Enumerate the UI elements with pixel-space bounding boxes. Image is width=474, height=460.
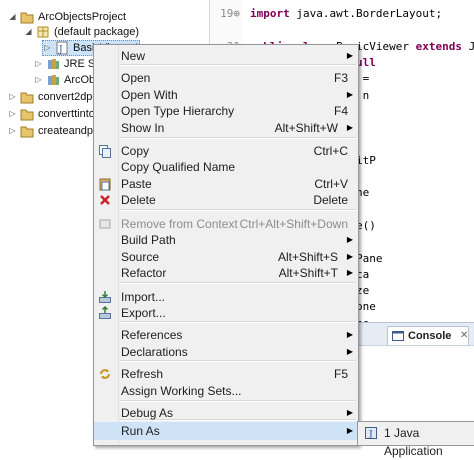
- menu-item-export[interactable]: Export...: [94, 304, 358, 322]
- collapse-arrow-icon[interactable]: ◢: [24, 27, 33, 36]
- expand-arrow-icon[interactable]: ▷: [8, 109, 17, 118]
- submenu-arrow-icon: ▶: [346, 268, 353, 277]
- menu-item-label: Build Path: [121, 233, 176, 247]
- line-number: 19⊕: [220, 7, 240, 20]
- menu-item-copy-qualified-name[interactable]: Copy Qualified Name: [94, 158, 358, 176]
- menu-item-label: Export...: [121, 306, 166, 320]
- java-app-icon: J: [365, 427, 377, 440]
- menu-item-shortcut: Alt+Shift+T: [278, 266, 338, 280]
- close-icon[interactable]: ✕: [460, 327, 468, 345]
- tree-item-label: ArcObjectsProject: [38, 11, 127, 23]
- menu-item-label: References: [121, 328, 183, 342]
- submenu-arrow-icon: ▶: [346, 408, 353, 417]
- tree-item-label: (default package): [54, 26, 139, 38]
- project-icon: [20, 92, 34, 104]
- submenu-arrow-icon: ▶: [346, 51, 353, 60]
- svg-text:J: J: [58, 45, 63, 55]
- menu-item-label: Declarations: [121, 345, 188, 359]
- export-icon: [99, 306, 111, 319]
- svg-text:J: J: [368, 430, 373, 440]
- menu-separator: [119, 400, 356, 402]
- menu-item-label: Open Type Hierarchy: [121, 104, 235, 118]
- java-file-icon: J: [56, 41, 68, 55]
- console-icon: [392, 331, 404, 341]
- menu-item-label: Refresh: [121, 367, 164, 381]
- menu-item-label: Debug As: [121, 406, 174, 420]
- menu-item-build-path[interactable]: Build Path ▶: [94, 231, 358, 249]
- menu-item-label: Delete: [121, 193, 156, 207]
- expand-arrow-icon[interactable]: ▷: [8, 92, 17, 101]
- menu-separator: [119, 282, 356, 284]
- menu-item-assign-working-sets[interactable]: Assign Working Sets...: [94, 382, 358, 400]
- menu-separator: [119, 137, 356, 139]
- submenu-arrow-icon: ▶: [346, 330, 353, 339]
- menu-item-run-as[interactable]: Run As ▶: [94, 422, 358, 440]
- menu-separator: [119, 209, 356, 211]
- submenu-arrow-icon: ▶: [346, 347, 353, 356]
- project-icon: [20, 12, 34, 24]
- expand-arrow-icon[interactable]: ▷: [8, 126, 17, 135]
- menu-item-shortcut: Delete: [313, 193, 348, 207]
- menu-item-label: Refactor: [121, 266, 167, 280]
- menu-item-shortcut: F5: [333, 367, 348, 381]
- submenu-arrow-icon: ▶: [346, 426, 353, 435]
- collapse-arrow-icon[interactable]: ◢: [8, 12, 17, 21]
- expand-arrow-icon[interactable]: ▷: [43, 43, 52, 52]
- menu-item-java-application[interactable]: J 1 Java Application: [358, 424, 474, 458]
- menu-item-declarations[interactable]: Declarations ▶: [94, 343, 358, 361]
- menu-item-open-type-hierarchy[interactable]: Open Type Hierarchy F4: [94, 102, 358, 120]
- menu-item-debug-as[interactable]: Debug As ▶: [94, 404, 358, 422]
- project-icon: [20, 126, 34, 138]
- paste-icon: [99, 178, 111, 191]
- submenu-arrow-icon: ▶: [346, 235, 353, 244]
- library-icon: [48, 59, 59, 69]
- menu-item-refactor[interactable]: Refactor Alt+Shift+T ▶: [94, 264, 358, 282]
- menu-item-label: Show In: [121, 121, 165, 135]
- run-as-submenu: J 1 Java Application: [357, 421, 474, 458]
- menu-item-label: Run As: [121, 424, 160, 438]
- menu-item-show-in[interactable]: Show In Alt+Shift+W ▶: [94, 119, 358, 137]
- tree-item-label: converttinto: [38, 108, 95, 120]
- remove-context-icon: [99, 219, 111, 229]
- menu-item-label: Copy Qualified Name: [121, 160, 236, 174]
- menu-item-label: Open: [121, 71, 151, 85]
- menu-item-open[interactable]: Open F3: [94, 69, 358, 87]
- tab-console-label: Console: [408, 330, 452, 342]
- code-line[interactable]: import java.awt.BorderLayout;: [250, 7, 442, 20]
- menu-item-label: 1 Java Application: [384, 426, 443, 458]
- library-icon: [48, 75, 59, 85]
- menu-item-shortcut: F3: [333, 71, 348, 85]
- submenu-arrow-icon: ▶: [346, 123, 353, 132]
- tab-console[interactable]: Console ✕: [387, 326, 469, 345]
- context-menu: New ▶ Open F3 Open With ▶ Open Type Hierarchy F…: [93, 44, 359, 446]
- copy-icon: [99, 145, 111, 158]
- import-icon: [99, 291, 111, 303]
- menu-item-new[interactable]: New ▶: [94, 47, 358, 65]
- delete-icon: [100, 195, 110, 205]
- menu-item-shortcut: Alt+Shift+W: [274, 121, 338, 135]
- menu-item-label: Assign Working Sets...: [121, 384, 242, 398]
- expand-arrow-icon[interactable]: ▷: [34, 59, 43, 68]
- menu-item-shortcut: F4: [333, 104, 348, 118]
- menu-item-references[interactable]: References ▶: [94, 326, 358, 344]
- menu-item-refresh[interactable]: Refresh F5: [94, 365, 358, 383]
- refresh-icon: [100, 369, 110, 379]
- expand-arrow-icon[interactable]: ▷: [34, 75, 43, 84]
- menu-item-label: New: [121, 49, 146, 63]
- package-icon: [37, 26, 49, 38]
- project-icon: [20, 109, 34, 121]
- menu-item-delete[interactable]: Delete Delete: [94, 191, 358, 209]
